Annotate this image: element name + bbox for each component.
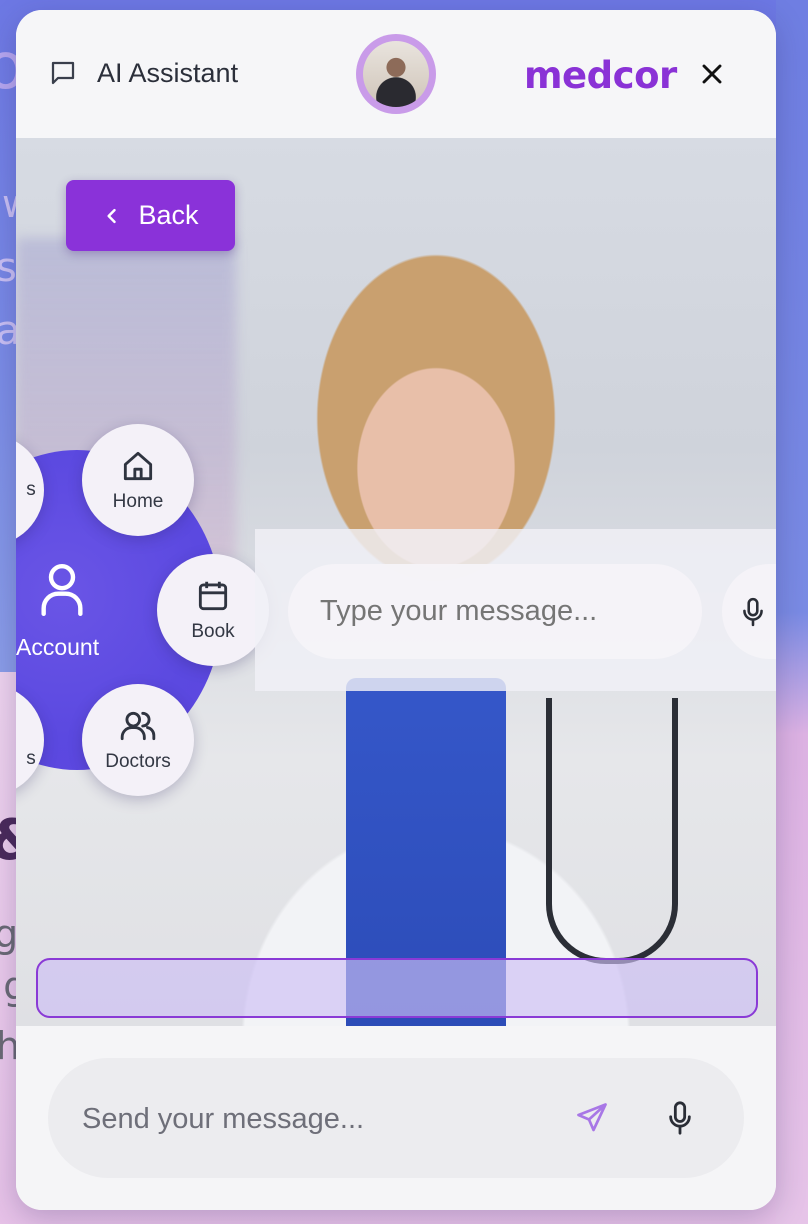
avatar[interactable] bbox=[356, 34, 436, 114]
video-stethoscope bbox=[546, 698, 678, 964]
header-title: AI Assistant bbox=[97, 58, 239, 88]
microphone-icon bbox=[743, 597, 763, 627]
radial-item-partial-bottom-label: s bbox=[26, 748, 36, 769]
radial-item-home-label: Home bbox=[112, 491, 164, 512]
widget-header: AI Assistant medcor bbox=[16, 10, 776, 138]
radial-item-partial-top-label: s bbox=[26, 479, 36, 500]
background-text-s: s bbox=[0, 245, 17, 291]
user-icon bbox=[41, 563, 83, 617]
radial-item-book-label: Book bbox=[191, 621, 235, 642]
home-icon bbox=[123, 451, 153, 481]
send-message-input[interactable] bbox=[80, 1098, 544, 1140]
account-label: Account bbox=[16, 634, 100, 660]
radial-item-home[interactable]: Home bbox=[82, 424, 194, 536]
calendar-icon bbox=[198, 581, 228, 611]
overlay-message-input[interactable] bbox=[288, 564, 702, 659]
radial-item-doctors[interactable]: Doctors bbox=[82, 684, 194, 796]
avatar-image bbox=[363, 41, 429, 107]
assistant-widget: AI Assistant medcor Back Account s Home bbox=[16, 10, 776, 1210]
radial-item-book[interactable]: Book bbox=[157, 554, 269, 666]
back-button-label: Back bbox=[138, 200, 199, 230]
chevron-left-icon bbox=[107, 208, 117, 223]
radial-item-doctors-label: Doctors bbox=[105, 751, 171, 772]
chat-bubble-icon bbox=[51, 61, 75, 85]
background-right-strip bbox=[776, 0, 808, 1224]
users-icon bbox=[120, 711, 156, 741]
send-icon[interactable] bbox=[574, 1100, 610, 1136]
close-icon[interactable] bbox=[696, 58, 728, 90]
microphone-icon[interactable] bbox=[666, 1100, 694, 1136]
transcript-field[interactable] bbox=[36, 958, 758, 1018]
back-button[interactable]: Back bbox=[66, 180, 235, 251]
brand-logo: medcor bbox=[524, 54, 677, 97]
